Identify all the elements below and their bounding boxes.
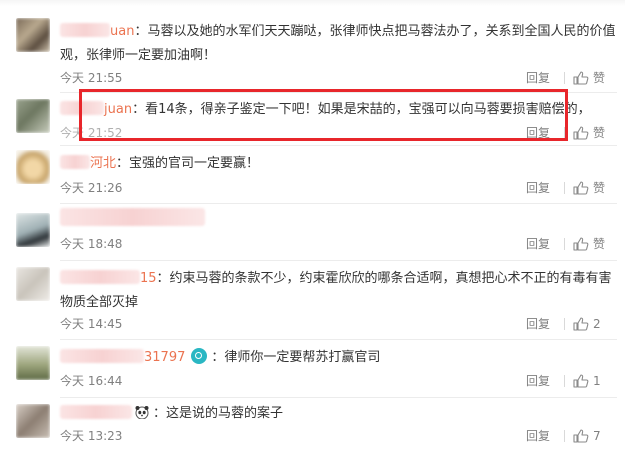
- comment-time: 今天 18:48: [60, 237, 123, 251]
- reply-button[interactable]: 回复: [526, 316, 550, 332]
- divider: [564, 238, 565, 250]
- avatar[interactable]: [16, 404, 50, 438]
- comment-text: ：律师你一定要帮苏打赢官司: [211, 350, 381, 365]
- divider: [564, 375, 565, 387]
- avatar[interactable]: [16, 267, 50, 301]
- divider: [564, 72, 565, 84]
- reply-button[interactable]: 回复: [526, 428, 550, 444]
- comment-username[interactable]: 31797: [60, 346, 185, 370]
- avatar[interactable]: [16, 213, 50, 247]
- divider: [60, 260, 617, 261]
- comment-time: 今天 21:26: [60, 181, 123, 195]
- reply-button[interactable]: 回复: [526, 373, 550, 389]
- divider: [60, 339, 617, 340]
- comment-username[interactable]: 河北: [60, 152, 116, 176]
- comment-text: ：约束马蓉的条款不少，约束霍欣欣的哪条合适啊，真想把心术不正的有毒有害: [156, 271, 612, 286]
- thumbs-up-icon[interactable]: [573, 71, 589, 85]
- avatar[interactable]: [16, 346, 50, 380]
- comment-text: ：这是说的马蓉的案子: [153, 406, 284, 421]
- top-fade: [0, 0, 625, 6]
- thumbs-up-icon[interactable]: [573, 181, 589, 195]
- thumbs-up-icon[interactable]: [573, 429, 589, 443]
- comment-text: ：看14条，得亲子鉴定一下吧！如果是宋喆的，宝强可以向马蓉要损害赔偿的，: [132, 102, 591, 117]
- comment-username[interactable]: uan: [60, 20, 134, 44]
- comment-time: 今天 21:55: [60, 71, 123, 85]
- divider: [60, 92, 617, 93]
- like-button[interactable]: 赞: [593, 70, 607, 86]
- like-button[interactable]: 赞: [593, 125, 607, 141]
- reply-button[interactable]: 回复: [526, 125, 550, 141]
- comment-username[interactable]: [60, 208, 205, 233]
- comment-username[interactable]: 15: [60, 267, 157, 291]
- divider: [564, 182, 565, 194]
- avatar[interactable]: [16, 99, 50, 133]
- thumbs-up-icon[interactable]: [573, 317, 589, 331]
- comment-time: 今天 13:23: [60, 429, 123, 443]
- verified-badge-icon: [191, 348, 208, 364]
- thumbs-up-icon[interactable]: [573, 237, 589, 251]
- like-button[interactable]: 赞: [593, 180, 607, 196]
- reply-button[interactable]: 回复: [526, 236, 550, 252]
- comment-time: 今天 16:44: [60, 374, 123, 388]
- comment-username[interactable]: juan: [60, 98, 132, 122]
- thumbs-up-icon[interactable]: [573, 374, 589, 388]
- comment-username[interactable]: [60, 402, 132, 426]
- like-count[interactable]: 7: [593, 428, 607, 444]
- panda-emoji-icon: [135, 406, 149, 419]
- comment-text-cont: 观，张律师一定要加油啊！: [60, 48, 217, 63]
- like-button[interactable]: 赞: [593, 236, 607, 252]
- divider: [564, 318, 565, 330]
- divider: [564, 430, 565, 442]
- divider: [60, 203, 617, 204]
- divider: [60, 397, 617, 398]
- comment-text: ：马蓉以及她的水军们天天蹦哒，张律师快点把马蓉法办了，关系到全国人民的价值: [134, 24, 616, 39]
- divider: [564, 127, 565, 139]
- like-count[interactable]: 2: [593, 316, 607, 332]
- reply-button[interactable]: 回复: [526, 70, 550, 86]
- divider: [60, 145, 617, 146]
- comment-text: ：宝强的官司一定要赢！: [116, 156, 260, 171]
- comment-text-cont: 物质全部灭掉: [60, 295, 139, 310]
- avatar[interactable]: [16, 150, 50, 184]
- reply-button[interactable]: 回复: [526, 180, 550, 196]
- avatar[interactable]: [16, 18, 50, 52]
- like-count[interactable]: 1: [593, 373, 607, 389]
- comment-time: 今天 14:45: [60, 317, 123, 331]
- thumbs-up-icon[interactable]: [573, 126, 589, 140]
- comment-time: 今天 21:52: [60, 126, 123, 140]
